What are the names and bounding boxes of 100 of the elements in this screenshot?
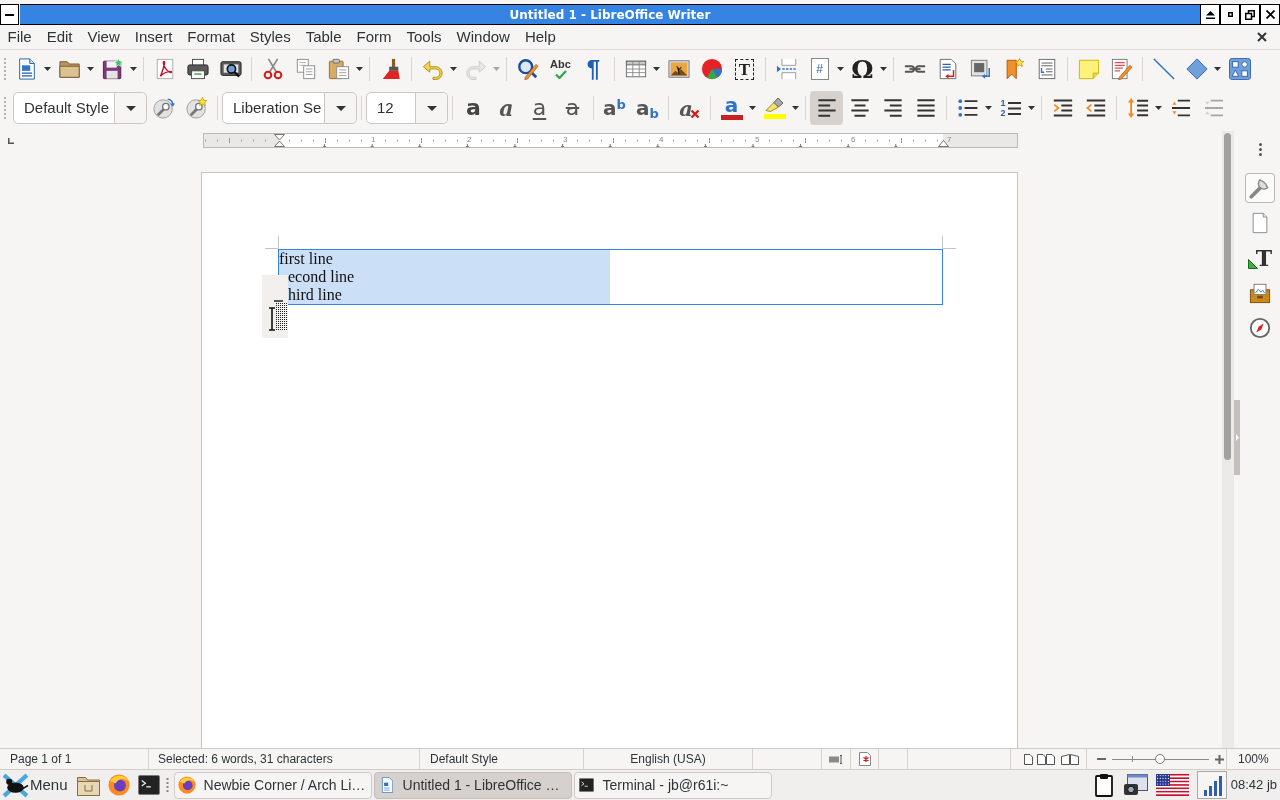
menu-item[interactable]: Help: [517, 25, 564, 49]
task-button[interactable]: Newbie Corner / Arch Li…: [173, 771, 372, 799]
plus-icon[interactable]: [1215, 754, 1224, 764]
menu-item[interactable]: File: [0, 25, 40, 49]
scrollbar-thumb[interactable]: [1224, 133, 1231, 460]
corner-mark: [942, 236, 956, 249]
zoom-slider-thumb[interactable]: [1154, 754, 1165, 764]
window-shade-button[interactable]: [1200, 4, 1220, 25]
dropdown-arrow-icon[interactable]: [1155, 106, 1162, 110]
subscript-button[interactable]: a$_{b}$: [631, 91, 664, 125]
bold-button[interactable]: a: [457, 91, 490, 125]
page-style[interactable]: Default Style: [430, 750, 499, 768]
minimize-button[interactable]: [1220, 4, 1240, 25]
dropdown-arrow-icon[interactable]: [837, 67, 844, 71]
menu-item[interactable]: Insert: [127, 25, 180, 49]
copy-icon: [294, 58, 317, 80]
paragraph-style-field[interactable]: Default Style: [13, 92, 147, 124]
menu-item[interactable]: Table: [298, 25, 350, 49]
dropdown-arrow-icon[interactable]: [653, 67, 660, 71]
picture-box-icon: [1249, 282, 1271, 304]
dropdown-arrow-icon[interactable]: [1214, 67, 1221, 71]
menu-item[interactable]: Tools: [399, 25, 450, 49]
globe-icon: [177, 776, 196, 794]
task-button[interactable]: Terminal - jb@r61i:~: [573, 771, 772, 799]
superscript-button[interactable]: a$^{b}$: [598, 91, 631, 125]
scrollbar-track[interactable]: [1222, 131, 1234, 748]
dropdown-button[interactable]: [114, 93, 146, 123]
dropdown-arrow-icon[interactable]: [1028, 106, 1035, 110]
book-view-icon[interactable]: [1061, 753, 1079, 765]
web-browser-launcher[interactable]: [106, 772, 131, 798]
styles-button[interactable]: T: [1245, 243, 1275, 273]
taskbar-grip[interactable]: [165, 778, 169, 792]
paragraph-spacing-icon: [1203, 99, 1224, 117]
insert-field-button[interactable]: #: [803, 52, 836, 86]
scissors-icon: [261, 58, 284, 80]
document-asterisk-icon: [858, 752, 871, 766]
clipboard-icon[interactable]: [1094, 773, 1113, 797]
menu-item[interactable]: Styles: [242, 25, 299, 49]
caret-icon: [335, 105, 346, 111]
highlighter-icon: [765, 97, 784, 112]
text-box-button[interactable]: T: [728, 52, 761, 86]
dropdown-button[interactable]: [324, 93, 356, 123]
strikethrough-button[interactable]: a: [556, 91, 589, 125]
dropdown-arrow-icon[interactable]: [450, 67, 457, 71]
properties-button[interactable]: [1245, 173, 1275, 203]
dropdown-arrow-icon[interactable]: [880, 67, 887, 71]
start-menu-button[interactable]: Menu: [2, 771, 71, 799]
dropdown-arrow-icon[interactable]: [792, 106, 799, 110]
ruler[interactable]: 1 2 3 4 5 6 7: [203, 133, 1018, 148]
window-menu-button[interactable]: [0, 4, 19, 25]
dropdown-arrow-icon[interactable]: [985, 106, 992, 110]
zoom-slider-track[interactable]: [1112, 754, 1209, 764]
dropdown-arrow-icon[interactable]: [44, 67, 51, 71]
menu-item[interactable]: View: [80, 25, 128, 49]
edit-document-icon: [1110, 58, 1133, 80]
menu-item[interactable]: Window: [449, 25, 518, 49]
minus-icon: [5, 13, 14, 16]
dropdown-button[interactable]: [415, 93, 447, 123]
text-frame[interactable]: first line econd line hird line: [278, 249, 943, 305]
dropdown-arrow-icon[interactable]: [130, 67, 137, 71]
terminal-launcher[interactable]: [136, 772, 161, 798]
font-name-field[interactable]: Liberation Se: [222, 92, 357, 124]
dropdown-arrow-icon[interactable]: [356, 67, 363, 71]
line-icon: [1152, 58, 1175, 80]
language[interactable]: English (USA): [630, 750, 706, 768]
overlapping-squares-icon: [1245, 9, 1255, 20]
close-icon[interactable]: [1257, 32, 1267, 42]
zoom-percentage[interactable]: 100%: [1238, 750, 1269, 768]
menu-item[interactable]: Form: [349, 25, 400, 49]
single-page-icon[interactable]: [1024, 753, 1033, 765]
page-count: Page 1 of 1: [10, 751, 72, 768]
spelling-button[interactable]: Abc: [544, 52, 577, 86]
italic-button[interactable]: a: [490, 91, 523, 125]
tab-stop-selector-icon[interactable]: [8, 138, 14, 144]
two-pages-icon[interactable]: [1037, 753, 1055, 765]
menu-item[interactable]: Format: [179, 25, 243, 49]
font-size-field[interactable]: 12: [366, 92, 448, 124]
indent-marker-icon[interactable]: [938, 140, 949, 147]
special-character-button[interactable]: Ω: [846, 52, 879, 86]
more-options-icon[interactable]: [1258, 143, 1262, 156]
align-left-button[interactable]: [810, 91, 843, 125]
underline-button[interactable]: a: [523, 91, 556, 125]
indent-marker-icon[interactable]: [274, 134, 285, 147]
clock[interactable]: 08:42 jb: [1230, 775, 1277, 795]
task-button[interactable]: Untitled 1 - LibreOffice …: [373, 771, 572, 799]
signal-bars-icon[interactable]: [1196, 771, 1227, 799]
sidebar-handle[interactable]: [1234, 400, 1240, 475]
camera-window-icon[interactable]: [1122, 774, 1148, 796]
clear-formatting-button[interactable]: a: [673, 91, 706, 125]
restore-button[interactable]: [1240, 4, 1260, 25]
justify-icon: [915, 99, 936, 117]
formatting-marks-button[interactable]: ¶: [577, 52, 610, 86]
magnifier-pencil-icon: [516, 58, 539, 80]
flag-icon[interactable]: [1155, 774, 1189, 796]
dropdown-arrow-icon[interactable]: [749, 106, 756, 110]
menu-item[interactable]: Edit: [39, 25, 81, 49]
close-button[interactable]: [1260, 4, 1280, 25]
dropdown-arrow-icon[interactable]: [87, 67, 94, 71]
numbered-list-button[interactable]: 12: [994, 91, 1027, 125]
font-color-button[interactable]: a: [715, 91, 748, 125]
